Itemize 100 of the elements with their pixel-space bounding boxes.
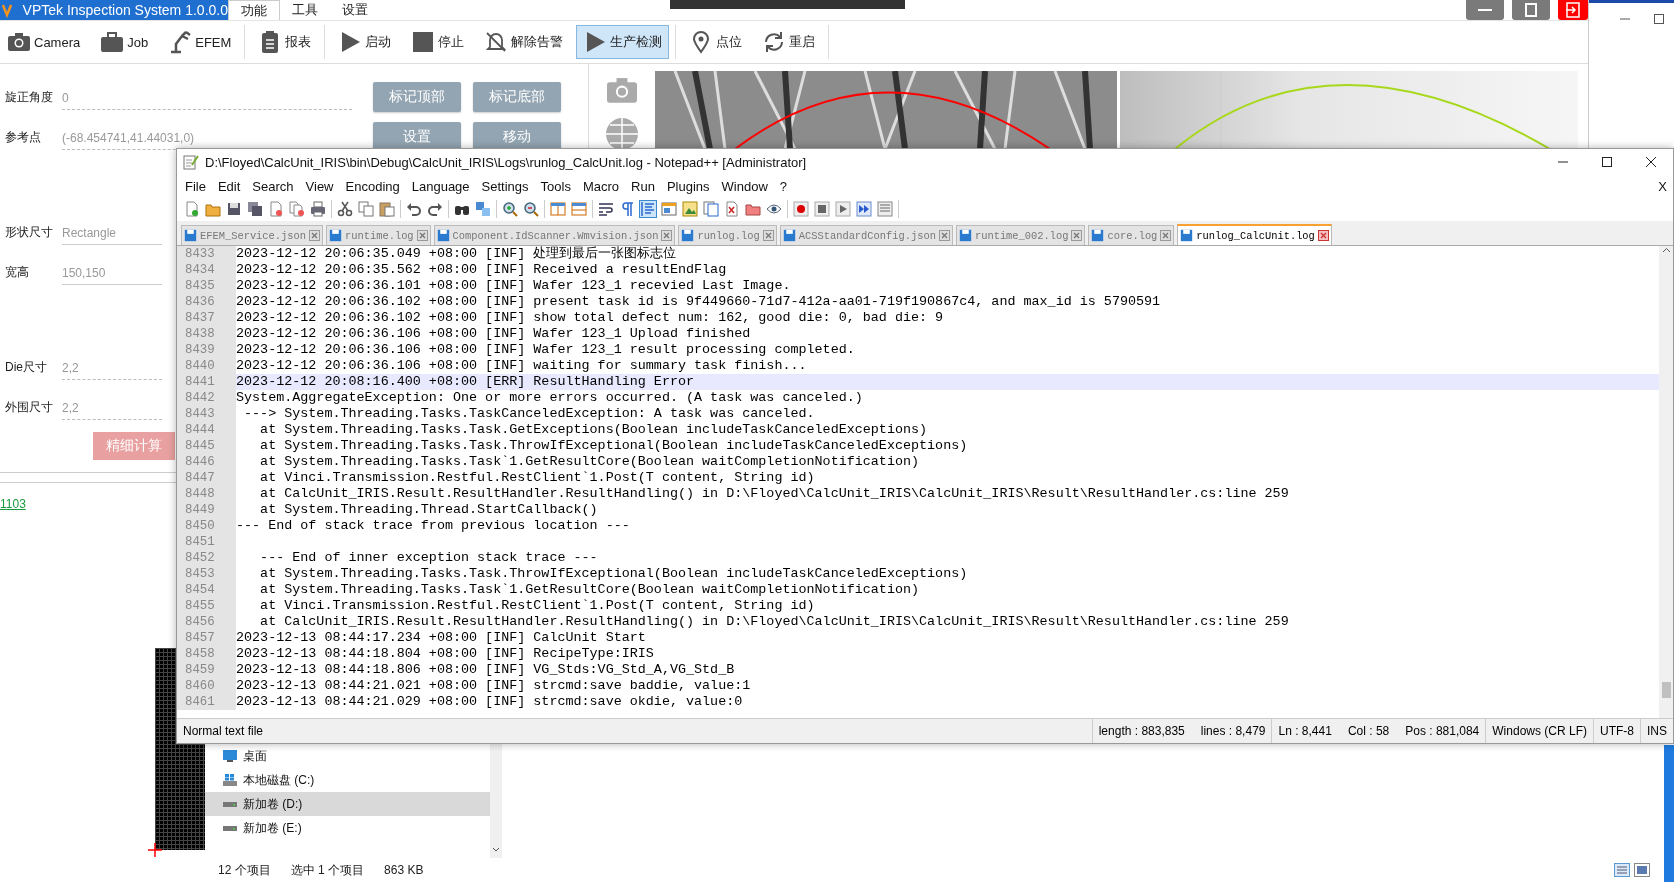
nav-item[interactable]: 新加卷 (D:)	[205, 792, 490, 816]
toolbar-button[interactable]	[225, 200, 243, 218]
copy-icon	[358, 201, 374, 217]
file-tab[interactable]: ACSStandardConfig.json	[779, 225, 953, 245]
toolbar-button[interactable]	[855, 200, 873, 218]
line-number: 8450	[177, 518, 236, 534]
toolbar-button[interactable]: Camera	[0, 25, 88, 59]
toolbar-button[interactable]	[501, 200, 519, 218]
menu-item[interactable]: Run	[625, 178, 661, 194]
toolbar-button[interactable]: 重启	[755, 25, 823, 59]
toolbar-button[interactable]	[597, 200, 615, 218]
close-icon[interactable]	[1160, 230, 1172, 241]
log-line: System.AggregateException: One or more errors occurred. (A task was canceled.)	[236, 390, 863, 406]
menu-item[interactable]: Search	[246, 178, 300, 194]
folder-icon	[745, 201, 761, 217]
status-text: UTF-8	[1600, 724, 1634, 738]
line-number: 8436	[177, 294, 236, 310]
file-tab[interactable]: runtime.log	[326, 225, 431, 245]
log-line: 2023-12-12 20:08:16.400 +08:00 [ERR] ResultHandling Error	[236, 374, 695, 390]
log-line: 2023-12-12 20:06:35.562 +08:00 [INF] Received a resultEndFlag	[236, 262, 727, 278]
undo-icon	[406, 201, 422, 217]
nav-item[interactable]: 新加卷 (E:)	[205, 816, 490, 840]
preview-view-icon[interactable]	[1634, 863, 1650, 877]
file-tab[interactable]: EFEM_Service.json	[181, 225, 323, 245]
status-text: Ln : 8,441	[1278, 724, 1332, 738]
toolbar-button[interactable]: Job	[93, 25, 156, 59]
toolbar-button[interactable]: 生产检测	[576, 25, 670, 59]
close-icon[interactable]	[1071, 230, 1083, 241]
scroll-down-icon[interactable]	[492, 846, 500, 854]
file-tab[interactable]: core.log	[1088, 225, 1175, 245]
close-icon[interactable]	[309, 230, 320, 241]
close-icon[interactable]	[661, 230, 673, 241]
menu-item[interactable]: Edit	[211, 178, 247, 194]
menu-item[interactable]: Tools	[534, 178, 577, 194]
menu-item[interactable]: ?	[773, 178, 794, 194]
field-label: 形状尺寸	[4, 223, 54, 241]
stop-icon	[411, 30, 436, 54]
line-number: 8446	[177, 454, 236, 470]
line-number: 8451	[177, 534, 236, 550]
close-icon[interactable]	[1317, 230, 1329, 241]
maximize-icon[interactable]	[1653, 13, 1665, 25]
line-number: 8445	[177, 438, 236, 454]
file-tab[interactable]: runtime_002.log	[955, 225, 1086, 245]
toolbar-button[interactable]	[834, 200, 852, 218]
toolbar-button[interactable]	[522, 200, 540, 218]
field-label: Die尺寸	[4, 358, 48, 376]
scrollbar[interactable]	[1659, 246, 1673, 718]
toolbar-button[interactable]: 停止	[404, 25, 472, 59]
minimize-button[interactable]	[1466, 0, 1504, 20]
menu-item[interactable]: Macro	[576, 178, 626, 194]
close-icon[interactable]	[762, 230, 774, 241]
ribbon-tab[interactable]: 工具	[280, 0, 330, 20]
ribbon-tab[interactable]: 功能	[228, 0, 280, 20]
status-text: Col : 58	[1347, 724, 1390, 738]
log-line: at System.Threading.Thread.StartCallback()	[259, 502, 598, 518]
log-line: at Vinci.Transmission.Restful.RestClient`1.Post(T content, String id)	[259, 598, 815, 614]
floppy-icon	[1091, 229, 1105, 242]
close-icon[interactable]	[938, 230, 950, 241]
close-icon[interactable]	[416, 230, 428, 241]
toolbar-button[interactable]	[336, 200, 354, 218]
scroll-up-icon[interactable]	[1661, 246, 1671, 255]
file-tab[interactable]: runlog_CalcUnit.log	[1177, 224, 1332, 245]
line-number: 8453	[177, 566, 236, 582]
toolbar-button[interactable]: 启动	[331, 25, 399, 59]
new-file-icon	[184, 201, 200, 217]
details-view-icon[interactable]	[1614, 863, 1630, 877]
menu-item[interactable]: Language	[405, 178, 476, 194]
line-number: 8448	[177, 486, 236, 502]
exit-button[interactable]	[1558, 0, 1588, 20]
menu-item[interactable]: Settings	[475, 178, 535, 194]
field-label: 宽高	[4, 263, 30, 281]
menu-item[interactable]: Window	[715, 178, 774, 194]
ribbon-tab[interactable]: 设置	[330, 0, 380, 20]
close-document-button[interactable]: X	[1652, 178, 1673, 194]
toolbar-button[interactable]	[309, 200, 327, 218]
toolbar-button[interactable]	[246, 200, 264, 218]
indent-guide-icon	[640, 201, 656, 217]
toolbar-button[interactable]: 报表	[251, 25, 319, 59]
crosshair-icon	[148, 843, 162, 857]
floppy-icon	[1180, 229, 1194, 242]
status-text: 12 个项目	[218, 861, 271, 879]
status-text: Windows (CR LF)	[1492, 724, 1587, 738]
nav-item[interactable]: 桌面	[205, 744, 490, 768]
menu-item[interactable]: Plugins	[660, 178, 716, 194]
toolbar-button[interactable]: 点位	[682, 25, 750, 59]
log-line: ---> System.Threading.Tasks.TaskCanceledException: A task was canceled.	[243, 406, 815, 422]
toolbar-button[interactable]	[813, 200, 831, 218]
file-tab[interactable]: runlog.log	[678, 225, 777, 245]
menu-item[interactable]: View	[299, 178, 340, 194]
toolbar-button[interactable]	[723, 200, 741, 218]
nav-item[interactable]: 本地磁盘 (C:)	[205, 768, 490, 792]
toolbar-button[interactable]: 解除告警	[477, 25, 571, 59]
toolbar-button[interactable]: EFEM	[161, 25, 239, 59]
scroll-thumb[interactable]	[1661, 682, 1671, 698]
menu-item[interactable]: Encoding	[339, 178, 406, 194]
file-tab[interactable]: Component.IdScanner.Wmvision.json	[433, 225, 676, 245]
menu-item[interactable]: File	[179, 178, 212, 194]
line-number: 8452	[177, 550, 236, 566]
link[interactable]: 1103	[0, 497, 26, 511]
toolbar-button[interactable]	[426, 200, 444, 218]
